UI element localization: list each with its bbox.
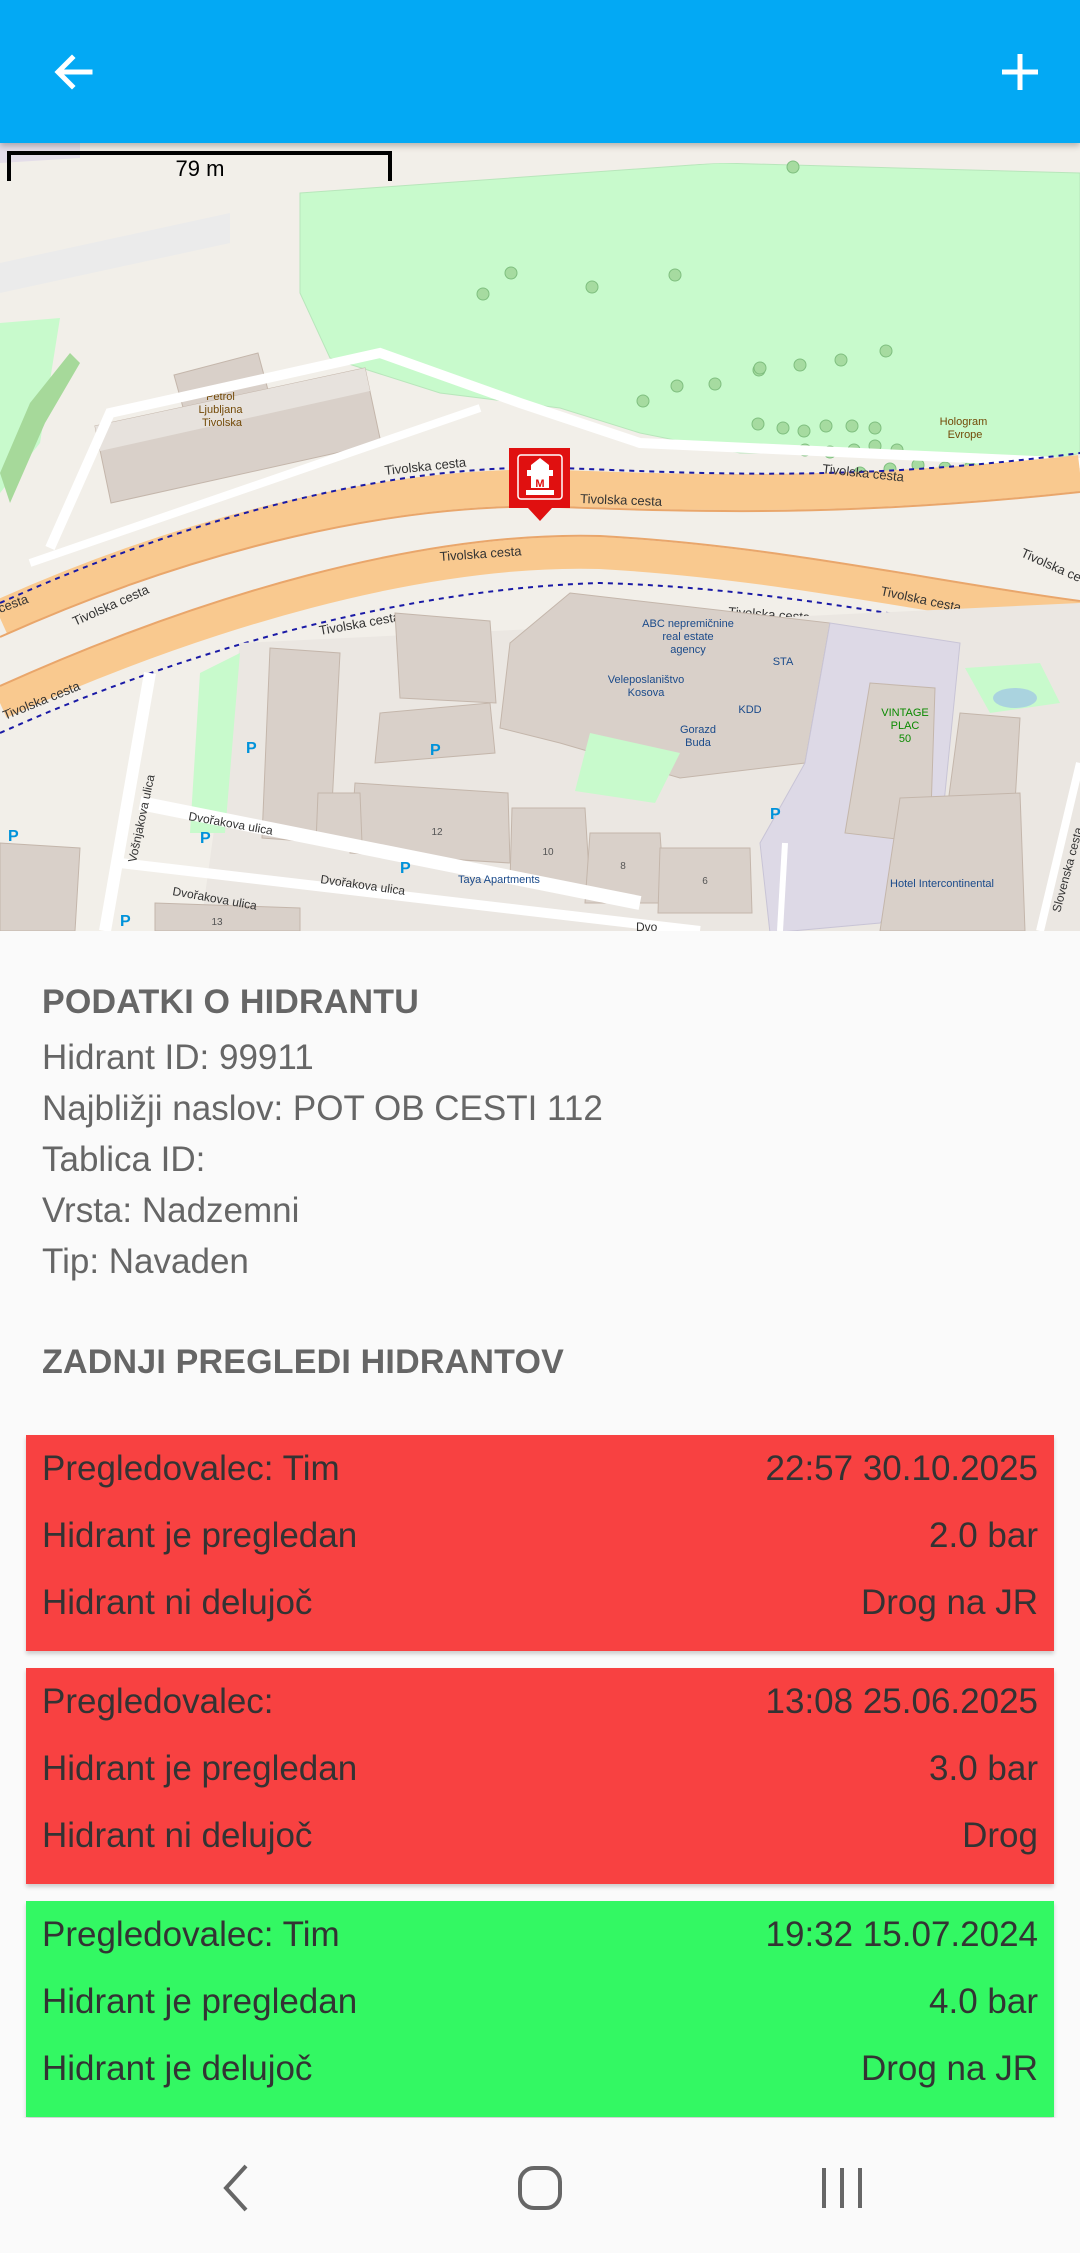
inspection-datetime: 22:57 30.10.2025 xyxy=(765,1448,1038,1488)
hydrant-kind: Vrsta: Nadzemni xyxy=(42,1191,300,1230)
hydrant-info-section: PODATKI O HIDRANTU Hidrant ID: 99911 Naj… xyxy=(42,978,1042,1287)
plus-icon xyxy=(1002,54,1038,90)
inspection-card[interactable]: Pregledovalec: Tim 19:32 15.07.2024 Hidr… xyxy=(26,1901,1054,2117)
pressure: 3.0 bar xyxy=(929,1748,1038,1788)
working-status: Hidrant ni delujoč xyxy=(42,1815,313,1855)
svg-text:Taya Apartments: Taya Apartments xyxy=(458,874,540,886)
svg-text:Gorazd: Gorazd xyxy=(680,724,716,736)
svg-text:PLAC: PLAC xyxy=(891,720,920,732)
add-button[interactable] xyxy=(984,36,1056,108)
svg-text:agency: agency xyxy=(670,644,706,656)
svg-text:P: P xyxy=(430,742,441,759)
system-nav-bar xyxy=(0,2118,1080,2253)
svg-text:50: 50 xyxy=(899,733,911,745)
svg-text:M: M xyxy=(535,478,544,490)
svg-text:12: 12 xyxy=(431,827,443,838)
inspector: Pregledovalec: xyxy=(42,1681,274,1721)
svg-text:Hotel Intercontinental: Hotel Intercontinental xyxy=(890,878,994,890)
hydrant-info-title: PODATKI O HIDRANTU xyxy=(42,983,419,1021)
svg-text:Buda: Buda xyxy=(685,737,712,749)
inspection-note: Drog na JR xyxy=(860,1582,1038,1622)
nav-home-icon xyxy=(518,2166,562,2210)
svg-text:VINTAGE: VINTAGE xyxy=(881,707,928,719)
pressure: 2.0 bar xyxy=(929,1515,1038,1555)
svg-text:6: 6 xyxy=(702,876,708,887)
svg-text:P: P xyxy=(400,860,411,877)
hydrant-id: Hidrant ID: 99911 xyxy=(42,1038,314,1077)
inspection-datetime: 19:32 15.07.2024 xyxy=(765,1914,1038,1954)
inspection-note: Drog xyxy=(962,1815,1038,1855)
inspection-card[interactable]: Pregledovalec: Tim 22:57 30.10.2025 Hidr… xyxy=(26,1435,1054,1651)
pressure: 4.0 bar xyxy=(929,1981,1038,2021)
svg-text:Tivolska cesta: Tivolska cesta xyxy=(1019,545,1080,592)
svg-text:Tivolska cesta: Tivolska cesta xyxy=(580,491,663,509)
hydrant-type: Tip: Navaden xyxy=(42,1242,249,1281)
svg-text:P: P xyxy=(770,806,781,823)
working-status: Hidrant ni delujoč xyxy=(42,1582,313,1622)
svg-text:STA: STA xyxy=(773,656,794,668)
svg-text:79 m: 79 m xyxy=(176,156,225,181)
inspected-status: Hidrant je pregledan xyxy=(42,1981,358,2021)
plate-id: Tablica ID: xyxy=(42,1140,206,1179)
svg-text:Veleposlaništvo: Veleposlaništvo xyxy=(608,674,684,686)
svg-text:Dvo: Dvo xyxy=(636,920,658,931)
svg-text:KDD: KDD xyxy=(738,704,761,716)
inspection-card[interactable]: Pregledovalec: 13:08 25.06.2025 Hidrant … xyxy=(26,1668,1054,1884)
svg-text:P: P xyxy=(8,828,19,845)
inspector: Pregledovalec: Tim xyxy=(42,1448,340,1488)
svg-text:Tivolska cesta: Tivolska cesta xyxy=(318,609,402,638)
svg-text:10: 10 xyxy=(542,847,554,858)
svg-text:Kosova: Kosova xyxy=(628,687,666,699)
inspected-status: Hidrant je pregledan xyxy=(42,1515,358,1555)
nav-back-button[interactable] xyxy=(196,2148,276,2228)
inspected-status: Hidrant je pregledan xyxy=(42,1748,358,1788)
nav-back-icon xyxy=(223,2164,248,2212)
svg-text:P: P xyxy=(120,913,131,930)
nearest-address: Najbližji naslov: POT OB CESTI 112 xyxy=(42,1089,603,1128)
nav-recents-button[interactable] xyxy=(802,2148,882,2228)
back-button[interactable] xyxy=(38,36,110,108)
app-bar xyxy=(0,0,1080,143)
inspection-datetime: 13:08 25.06.2025 xyxy=(765,1681,1038,1721)
svg-text:P: P xyxy=(246,740,257,757)
svg-text:13: 13 xyxy=(211,917,223,928)
svg-text:ABC nepremičnine: ABC nepremičnine xyxy=(642,618,734,630)
nav-recents-icon xyxy=(822,2168,862,2208)
nav-home-button[interactable] xyxy=(500,2148,580,2228)
inspector: Pregledovalec: Tim xyxy=(42,1914,340,1954)
inspections-title: ZADNJI PREGLEDI HIDRANTOV xyxy=(42,1343,564,1381)
working-status: Hidrant je delujoč xyxy=(42,2048,313,2088)
svg-text:real estate: real estate xyxy=(662,631,713,643)
map-view[interactable]: 79 m Petrol Ljubljana Tivolska Tivolska … xyxy=(0,143,1080,931)
arrow-left-icon xyxy=(54,54,93,90)
inspection-note: Drog na JR xyxy=(860,2048,1038,2088)
svg-text:8: 8 xyxy=(620,861,626,872)
hydrant-marker-icon[interactable]: M xyxy=(509,448,570,521)
svg-text:P: P xyxy=(200,830,211,847)
